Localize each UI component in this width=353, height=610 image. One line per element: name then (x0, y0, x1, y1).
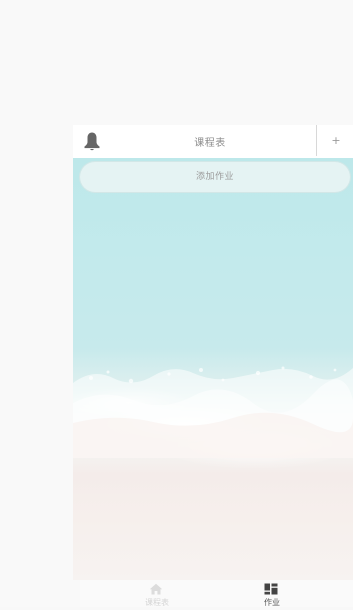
nav-label-schedule: 课程表 (145, 598, 169, 607)
grid-icon (264, 583, 278, 595)
wave-foam (73, 366, 353, 458)
bottom-nav: 课程表 作业 (80, 580, 353, 607)
background-image (73, 158, 353, 580)
nav-item-homework[interactable]: 作业 (232, 580, 312, 607)
app-screen: 课程表 + 添加作业 课程表 作业 (0, 0, 353, 607)
header-divider (316, 125, 317, 156)
add-homework-button[interactable]: 添加作业 (80, 162, 350, 192)
bell-icon[interactable] (80, 131, 104, 153)
add-button[interactable]: + (324, 131, 348, 151)
nav-item-schedule[interactable]: 课程表 (117, 580, 197, 607)
nav-label-homework: 作业 (264, 598, 280, 607)
home-icon (149, 583, 163, 595)
page-title: 课程表 (194, 138, 226, 149)
